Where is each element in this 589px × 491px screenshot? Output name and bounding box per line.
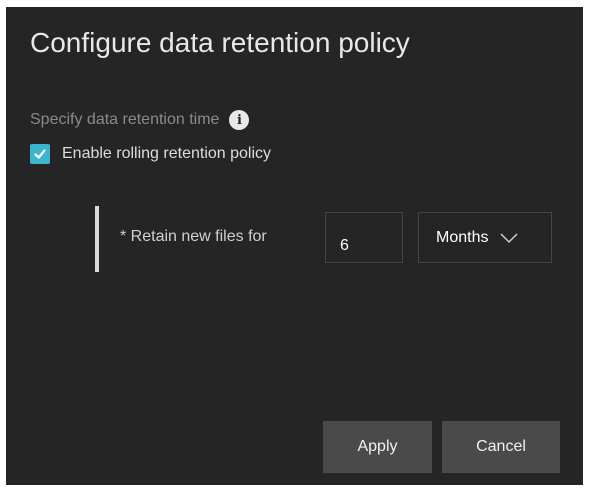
rolling-retention-checkbox[interactable] [30, 144, 50, 164]
info-icon[interactable]: i [229, 110, 250, 130]
retention-policy-dialog: Configure data retention policy Specify … [6, 7, 583, 485]
section-label: Specify data retention time i [30, 110, 250, 130]
chevron-down-icon [499, 232, 519, 244]
section-label-text: Specify data retention time [30, 111, 220, 128]
dialog-title: Configure data retention policy [30, 27, 410, 58]
group-indicator-bar [95, 206, 99, 272]
retain-unit-value: Months [436, 228, 489, 246]
retain-files-group: * Retain new files for Months [95, 206, 565, 272]
retain-duration-input[interactable] [325, 212, 403, 263]
rolling-retention-checkbox-row[interactable]: Enable rolling retention policy [30, 144, 271, 164]
apply-button[interactable]: Apply [323, 421, 432, 473]
retain-files-label: * Retain new files for [120, 228, 267, 245]
cancel-button[interactable]: Cancel [442, 421, 560, 473]
retain-unit-select[interactable]: Months [418, 212, 552, 263]
checkmark-icon [34, 149, 46, 159]
rolling-retention-label: Enable rolling retention policy [62, 145, 272, 162]
